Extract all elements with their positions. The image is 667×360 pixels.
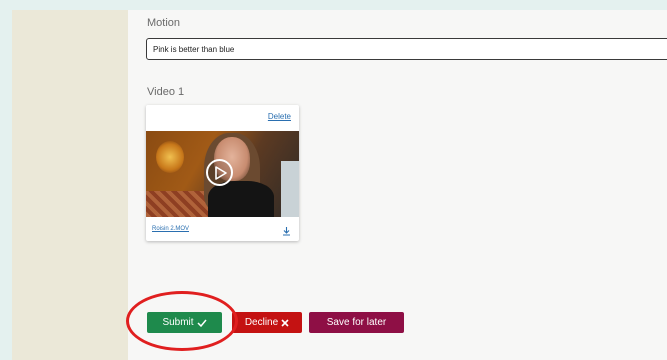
video-label: Video 1 bbox=[147, 86, 185, 98]
motion-input[interactable] bbox=[146, 38, 667, 60]
download-icon[interactable] bbox=[282, 223, 291, 241]
video-filename-link[interactable]: Roisin 2.MOV bbox=[152, 226, 189, 232]
left-sidebar bbox=[12, 10, 128, 360]
submit-highlight-circle bbox=[126, 291, 238, 351]
x-icon bbox=[281, 318, 289, 327]
delete-link[interactable]: Delete bbox=[268, 112, 291, 121]
video-thumbnail[interactable] bbox=[146, 131, 299, 217]
motion-label: Motion bbox=[147, 17, 181, 29]
decline-button[interactable]: Decline bbox=[232, 312, 302, 333]
play-icon[interactable] bbox=[206, 159, 233, 186]
decline-label: Decline bbox=[244, 317, 279, 328]
video-card: Delete Roisin 2.MOV bbox=[146, 105, 299, 241]
save-for-later-label: Save for later bbox=[326, 317, 387, 328]
save-for-later-button[interactable]: Save for later bbox=[309, 312, 404, 333]
